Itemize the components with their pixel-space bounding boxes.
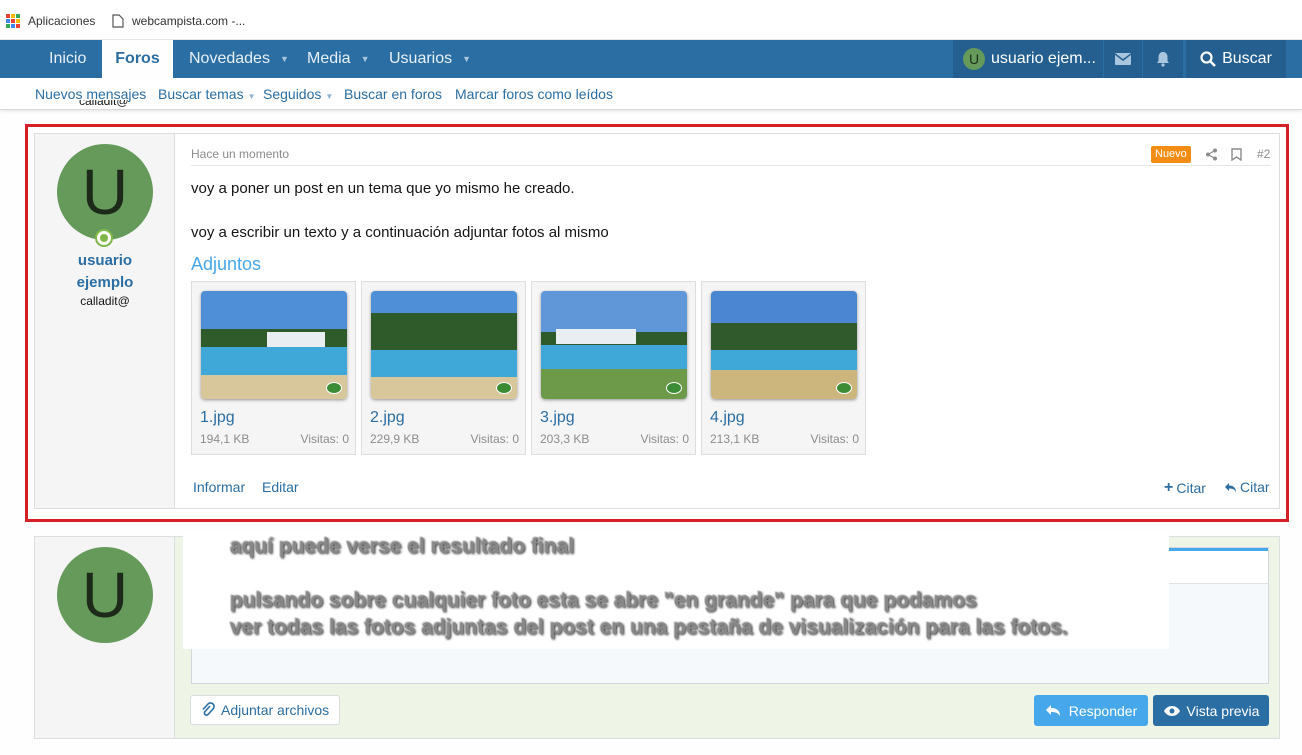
sub-nav: Nuevos mensajes Buscar temas ▼ Seguidos ▼ … (0, 78, 1302, 110)
subnav-watched[interactable]: Seguidos ▼ (263, 86, 333, 102)
tab-foros[interactable]: Foros (102, 40, 173, 78)
partially-hidden-user-title: calladit@ (79, 100, 129, 108)
subnav-label: Buscar temas (158, 86, 244, 102)
tab-inicio[interactable]: Inicio (33, 40, 102, 78)
bookmarks-bar: Aplicaciones webcampista.com -... (0, 0, 1302, 40)
search-label: Buscar (1222, 50, 1272, 67)
subnav-search-forums[interactable]: Buscar en foros (344, 86, 442, 102)
subnav-mark-read[interactable]: Marcar foros como leídos (455, 86, 613, 102)
bookmark-site-label: webcampista.com -... (132, 14, 246, 28)
tab-label: Usuarios (389, 50, 453, 67)
avatar: U (963, 48, 985, 70)
preview-button[interactable]: Vista previa (1153, 695, 1269, 726)
reply-user-panel: U (35, 537, 175, 738)
tab-media[interactable]: Media ▼ (291, 40, 386, 78)
paperclip-icon (202, 702, 215, 716)
main-nav: Inicio Foros Novedades ▼ Media ▼ Usuario… (0, 40, 1302, 78)
bookmark-apps[interactable]: Aplicaciones (6, 12, 95, 30)
subnav-label: Seguidos (263, 86, 322, 102)
reply-icon (1045, 705, 1060, 716)
bell-icon (1157, 52, 1169, 67)
chevron-down-icon[interactable]: ▼ (248, 92, 256, 101)
tab-usuarios[interactable]: Usuarios ▼ (373, 40, 487, 78)
chevron-down-icon[interactable]: ▼ (280, 54, 289, 64)
chevron-down-icon[interactable]: ▼ (462, 54, 471, 64)
reply-button[interactable]: Responder (1034, 695, 1148, 726)
search-icon (1200, 51, 1217, 67)
attach-files-button[interactable]: Adjuntar archivos (190, 695, 341, 725)
tab-label: Novedades (189, 50, 270, 67)
annotation-line: aquí puede verse el resultado final (230, 535, 575, 558)
subnav-find-threads[interactable]: Buscar temas ▼ (158, 86, 256, 102)
tab-label: Inicio (49, 50, 87, 67)
apps-grid-icon (6, 14, 20, 28)
avatar: U (57, 547, 153, 643)
tab-label: Media (307, 50, 351, 67)
inbox-button[interactable] (1104, 40, 1142, 78)
chevron-down-icon[interactable]: ▼ (361, 54, 370, 64)
bookmark-apps-label: Aplicaciones (28, 14, 96, 28)
alerts-button[interactable] (1143, 40, 1183, 78)
page-icon (112, 14, 124, 28)
reply-label: Responder (1068, 702, 1138, 719)
eye-icon (1163, 705, 1180, 716)
bookmark-site[interactable]: webcampista.com -... (112, 12, 245, 30)
account-label: usuario ejem... (991, 50, 1096, 67)
envelope-icon (1115, 53, 1131, 65)
chevron-down-icon[interactable]: ▼ (325, 92, 333, 101)
annotation-line: ver todas las fotos adjuntas del post en… (230, 616, 1068, 639)
tab-novedades[interactable]: Novedades ▼ (173, 40, 305, 78)
highlight-box (25, 124, 1289, 522)
tab-label: Foros (115, 50, 160, 67)
account-menu[interactable]: U usuario ejem... (953, 40, 1103, 78)
search-button[interactable]: Buscar (1186, 40, 1286, 78)
annotation-line: pulsando sobre cualquier foto esta se ab… (230, 589, 977, 612)
attach-files-label: Adjuntar archivos (221, 702, 330, 718)
preview-label: Vista previa (1186, 702, 1260, 719)
